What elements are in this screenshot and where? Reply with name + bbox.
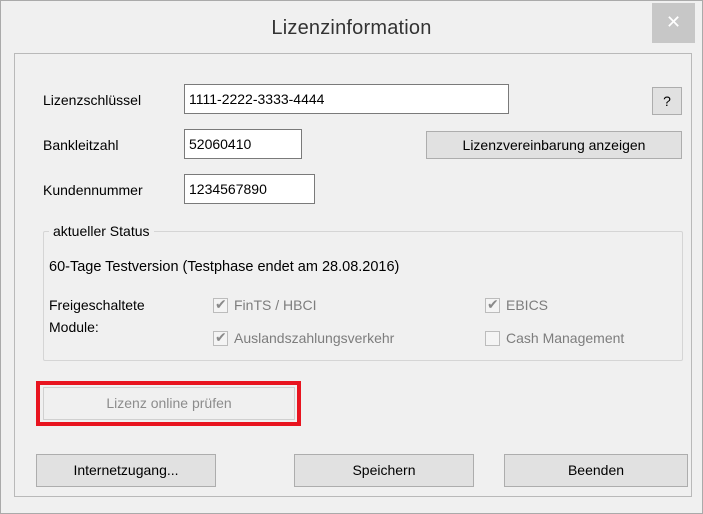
checkmark-icon: ✔ [215,295,227,312]
module-ebics-label: EBICS [506,297,549,313]
module-cash-management-checkbox: Cash Management [485,330,624,346]
show-license-agreement-button[interactable]: Lizenzvereinbarung anzeigen [426,131,682,159]
internet-access-button[interactable]: Internetzugang... [36,454,216,487]
module-foreign-payments-label: Auslandszahlungsverkehr [234,330,395,346]
module-foreign-payments-checkbox: ✔ Auslandszahlungsverkehr [213,328,395,346]
save-button[interactable]: Speichern [294,454,474,487]
checkbox-box: ✔ [213,328,228,346]
module-fints-label: FinTS / HBCI [234,297,317,313]
modules-label-line1: Freigeschaltete [49,297,145,313]
bank-code-field[interactable]: 52060410 [184,129,302,159]
checkmark-icon: ✔ [487,295,499,312]
customer-number-field[interactable]: 1234567890 [184,174,315,204]
module-cash-management-label: Cash Management [506,330,625,346]
checkbox-box: ✔ [213,295,228,313]
checkmark-icon: ✔ [215,328,227,345]
dialog-title: Lizenzinformation [271,17,432,39]
checkbox-box: ✔ [485,295,500,313]
status-text: 60-Tage Testversion (Testphase endet am … [49,259,400,275]
bank-code-label: Bankleitzahl [43,137,119,153]
title-bar[interactable]: Lizenzinformation ✕ [1,1,702,53]
license-key-field[interactable]: 1111-2222-3333-4444 [184,84,509,114]
customer-number-label: Kundennummer [43,182,143,198]
close-icon: ✕ [665,12,682,32]
license-dialog: Lizenzinformation ✕ Lizenzschlüssel 1111… [0,0,703,514]
modules-label-line2: Module: [49,319,99,335]
module-ebics-checkbox: ✔ EBICS [485,295,549,313]
exit-button[interactable]: Beenden [504,454,688,487]
highlight-frame [36,381,301,426]
license-key-label: Lizenzschlüssel [43,92,142,108]
checkbox-box [485,330,500,346]
status-group-title: aktueller Status [49,223,154,239]
module-fints-checkbox: ✔ FinTS / HBCI [213,295,317,313]
close-button[interactable]: ✕ [652,3,695,43]
help-button[interactable]: ? [652,87,682,115]
